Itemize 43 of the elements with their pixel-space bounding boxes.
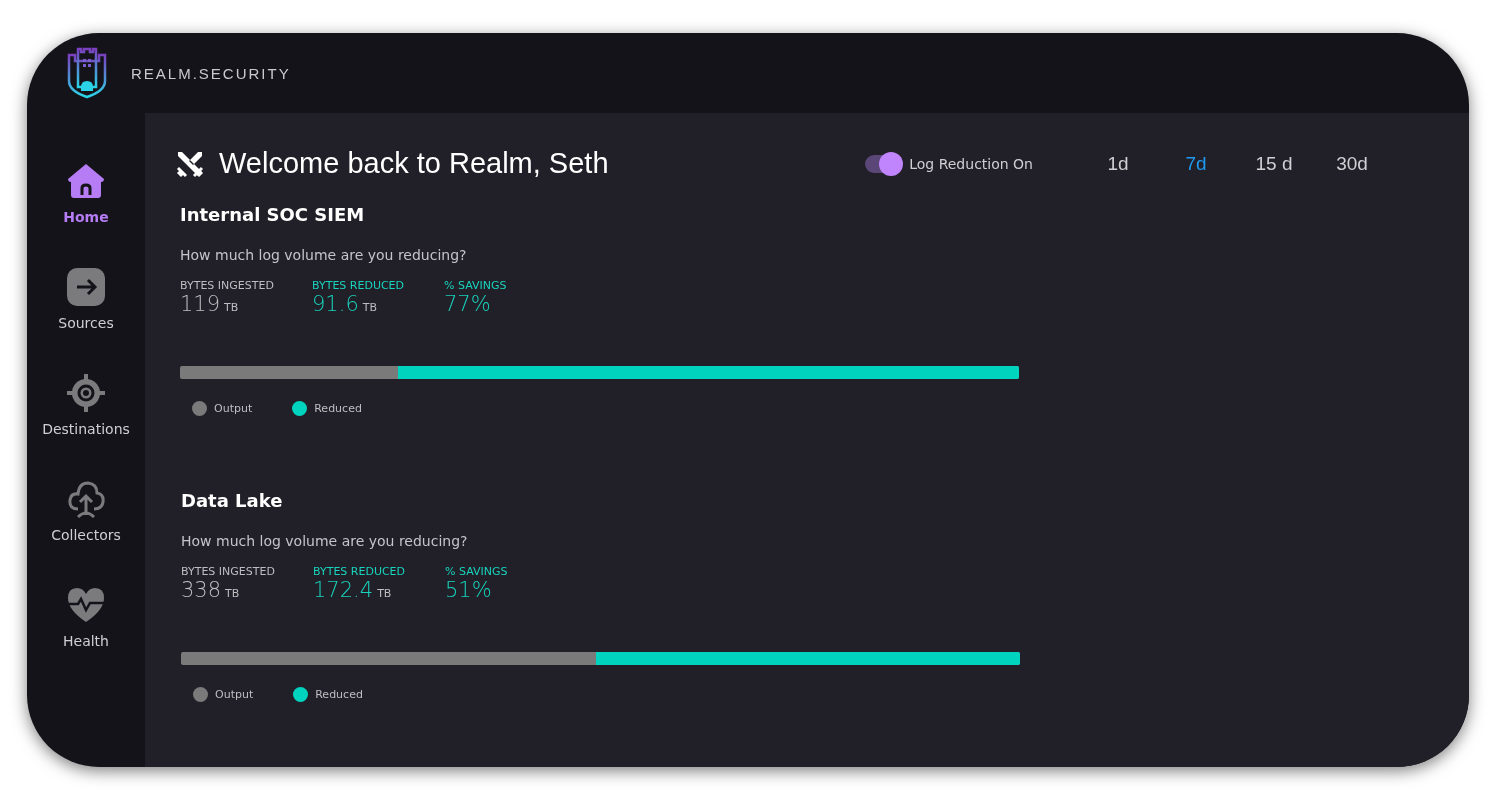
legend-label: Output	[214, 402, 253, 416]
question-text: How much log volume are you reducing?	[181, 532, 469, 549]
stat-value: 51%	[445, 577, 492, 602]
stat-value: 77%	[444, 292, 491, 317]
toggle-label: Log Reduction On	[909, 155, 1033, 172]
range-tab[interactable]: 30d	[1321, 152, 1383, 175]
stat-label: % SAVINGS	[444, 279, 508, 293]
range-tab[interactable]: 1d	[1087, 152, 1149, 175]
arrow-right-icon	[66, 267, 106, 307]
nav-item[interactable]: Sources	[58, 267, 114, 331]
stat-value: 338	[181, 577, 222, 602]
section-title: Internal SOC SIEM	[180, 204, 366, 226]
stat-unit: TB	[225, 586, 240, 600]
legend-label: Output	[215, 687, 254, 701]
house-icon	[66, 161, 106, 201]
heart-pulse-icon	[66, 585, 106, 625]
legend-label: Reduced	[314, 402, 362, 416]
nav-item[interactable]: Destinations	[42, 373, 130, 437]
brand-name: REALM.SECURITY	[131, 64, 291, 82]
target-icon	[66, 373, 106, 413]
cloud-upload-icon	[66, 479, 106, 519]
stat-label: BYTES INGESTED	[180, 279, 275, 293]
question-text: How much log volume are you reducing?	[180, 247, 468, 264]
stat-label: BYTES REDUCED	[312, 279, 406, 293]
stat-value: 172.4	[313, 577, 374, 602]
stat-value: 91.6	[312, 292, 359, 317]
stat-value: 119	[180, 292, 221, 317]
section-title: Data Lake	[181, 489, 284, 511]
log-reduction-toggle[interactable]	[865, 154, 902, 173]
range-tab[interactable]: 7d	[1165, 152, 1227, 175]
nav-item[interactable]: Health	[63, 585, 109, 649]
stat-unit: TB	[224, 301, 239, 315]
stat-unit: TB	[377, 586, 392, 600]
stat-label: % SAVINGS	[445, 564, 509, 578]
nav-item[interactable]: Home	[63, 161, 109, 225]
page-title: Welcome back to Realm, Seth	[219, 147, 609, 180]
nav-item[interactable]: Collectors	[51, 479, 121, 543]
legend-label: Reduced	[315, 687, 363, 701]
range-tab[interactable]: 15 d	[1243, 152, 1305, 175]
castle-shield-icon	[67, 47, 107, 99]
stat-label: BYTES INGESTED	[181, 564, 276, 578]
stat-label: BYTES REDUCED	[313, 564, 407, 578]
stat-unit: TB	[362, 301, 378, 315]
